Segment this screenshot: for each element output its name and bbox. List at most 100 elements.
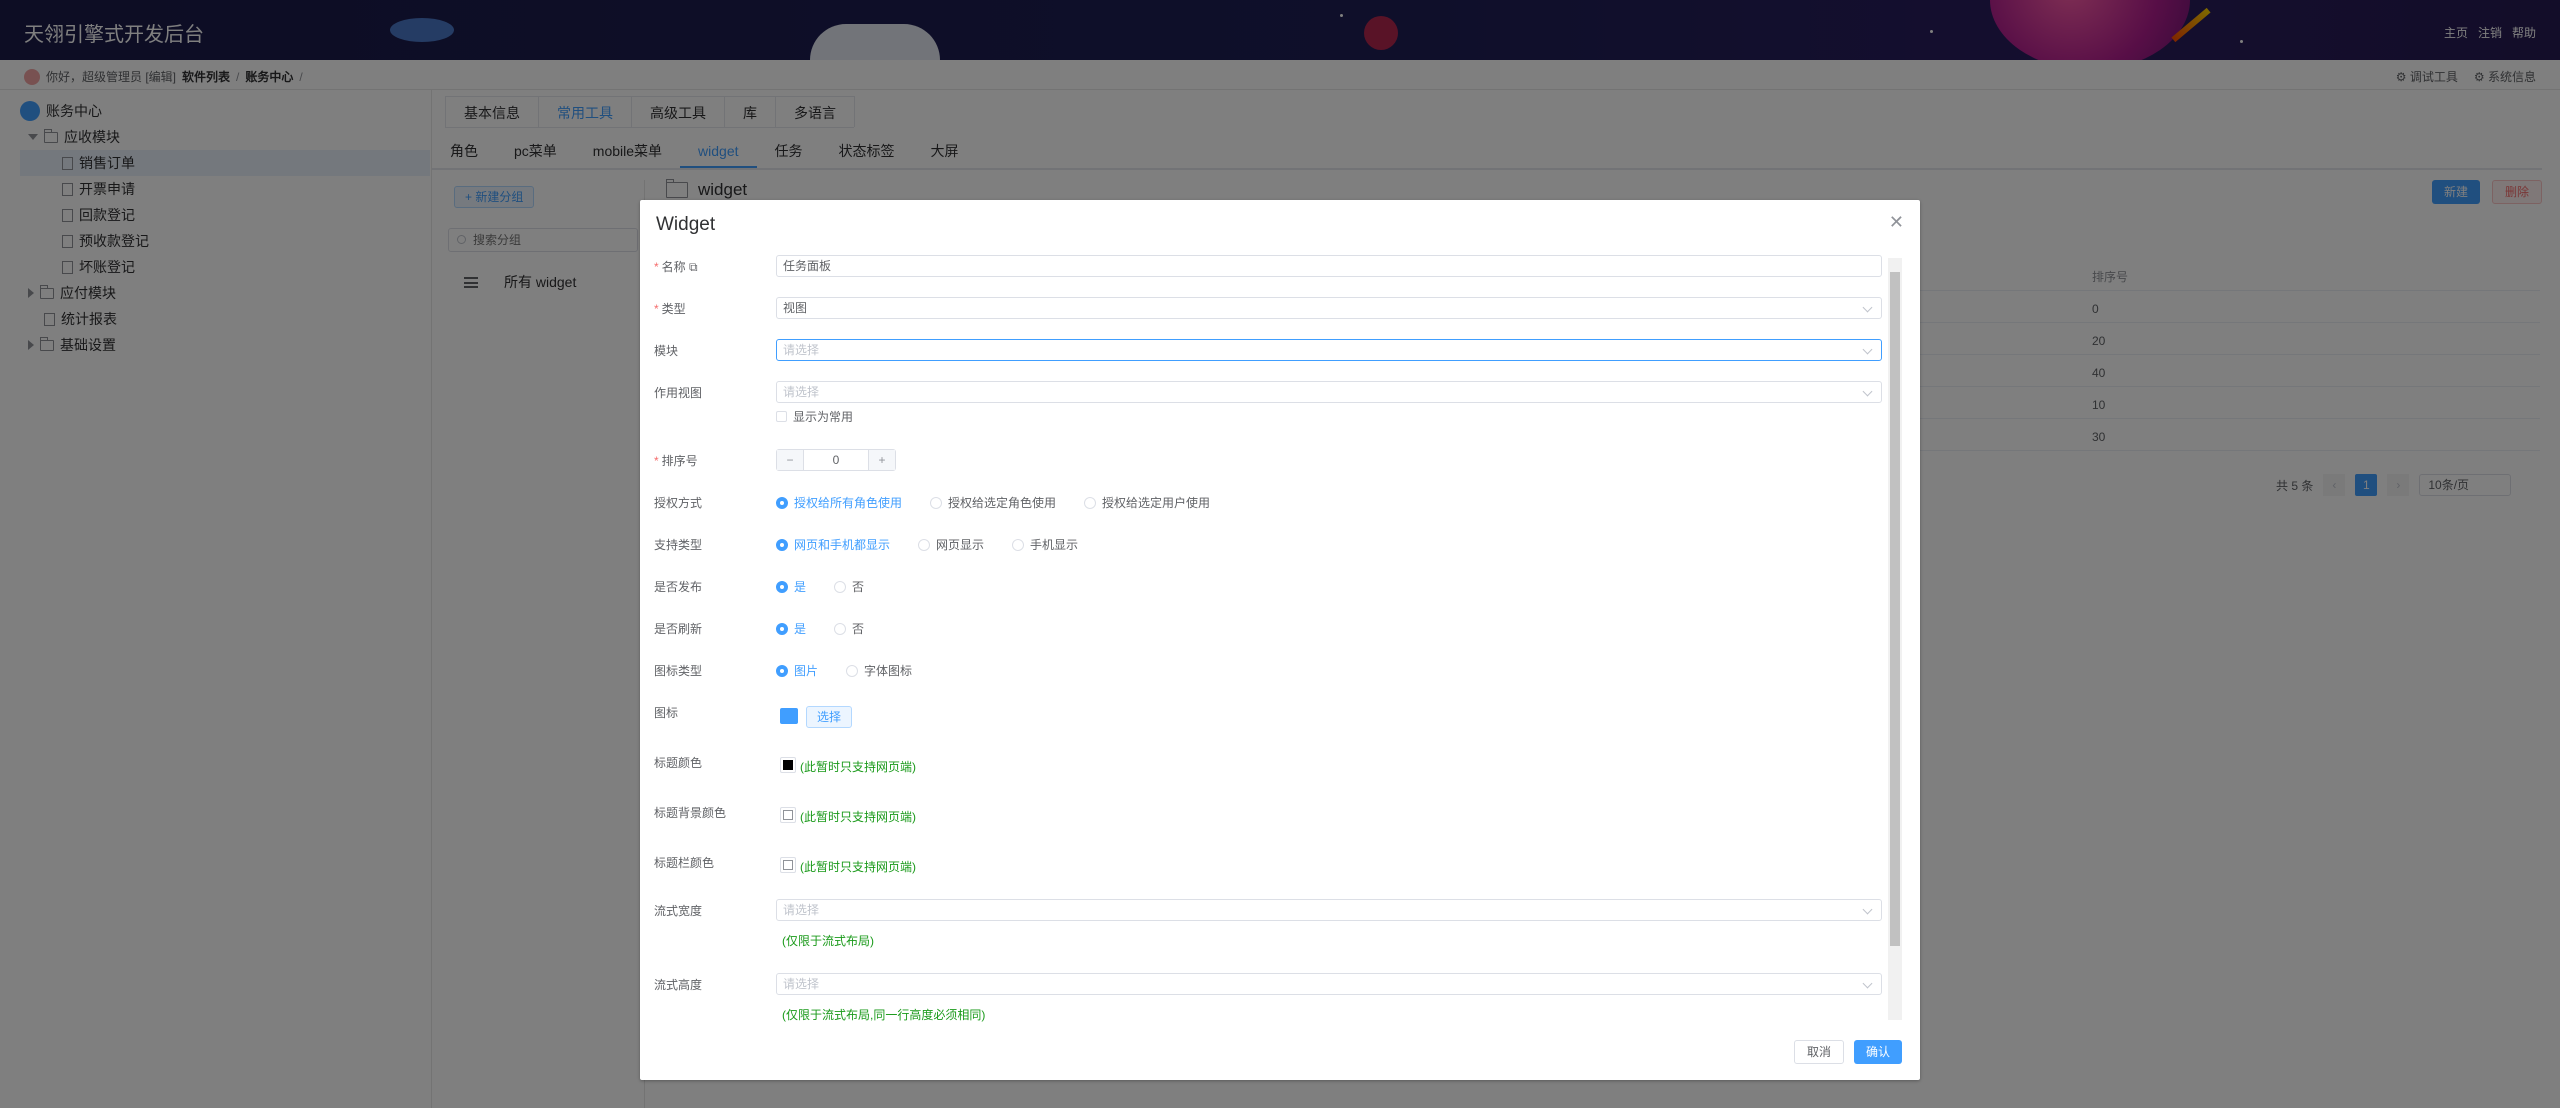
dialog-title: Widget <box>656 214 716 235</box>
radio-dot <box>930 496 943 509</box>
icon-type-font-radio[interactable]: 字体图标 <box>846 662 912 679</box>
view-placeholder: 请选择 <box>783 385 820 399</box>
radio-dot <box>776 664 788 677</box>
empty-color-icon <box>783 810 793 820</box>
module-select[interactable]: 请选择 <box>776 339 1882 361</box>
radio-dot <box>1012 538 1025 551</box>
scrollbar-thumb[interactable] <box>1890 272 1900 946</box>
close-icon[interactable]: ✕ <box>1889 212 1904 233</box>
auth-label: 授权方式 <box>654 496 703 510</box>
radio-label: 是 <box>794 580 807 594</box>
name-label: * 名称 ⧉ <box>654 258 698 275</box>
refresh-no-radio[interactable]: 否 <box>834 620 864 637</box>
color-swatch <box>783 760 793 770</box>
radio-dot <box>846 664 859 677</box>
flow-width-note: (仅限于流式布局) <box>782 934 874 948</box>
radio-label: 授权给选定角色使用 <box>948 496 1057 510</box>
title-bg-note: (此暂时只支持网页端) <box>800 810 916 824</box>
type-label: * 类型 <box>654 300 686 317</box>
decrement-button[interactable]: − <box>777 450 803 470</box>
support-radio-group: 网页和手机都显示 网页显示 手机显示 <box>776 536 1078 553</box>
radio-label: 授权给选定用户使用 <box>1102 496 1211 510</box>
chevron-down-icon <box>1862 302 1873 313</box>
order-label-text: 排序号 <box>661 454 698 468</box>
checkbox-box <box>776 411 787 422</box>
chevron-down-icon <box>1862 344 1873 355</box>
radio-label: 网页显示 <box>936 538 985 552</box>
radio-label: 手机显示 <box>1030 538 1079 552</box>
radio-label: 图片 <box>794 664 819 678</box>
order-label: * 排序号 <box>654 452 698 469</box>
icon-type-image-radio[interactable]: 图片 <box>776 662 818 679</box>
widget-dialog: Widget ✕ * 名称 ⧉ 任务面板 * 类型 视图 模块 请选择 作用视图 请… <box>640 200 1920 1080</box>
required-mark: * <box>654 302 659 316</box>
empty-color-icon <box>783 860 793 870</box>
radio-dot <box>776 538 788 551</box>
auth-selected-roles-radio[interactable]: 授权给选定角色使用 <box>930 494 1056 511</box>
order-stepper[interactable]: − 0 + <box>776 449 896 471</box>
flow-width-label: 流式宽度 <box>654 904 703 918</box>
radio-dot <box>834 622 847 635</box>
refresh-radio-group: 是 否 <box>776 620 864 637</box>
auth-radio-group: 授权给所有角色使用 授权给选定角色使用 授权给选定用户使用 <box>776 494 1210 511</box>
publish-label: 是否发布 <box>654 580 703 594</box>
support-both-radio[interactable]: 网页和手机都显示 <box>776 536 890 553</box>
radio-label: 字体图标 <box>864 664 913 678</box>
publish-no-radio[interactable]: 否 <box>834 578 864 595</box>
title-bg-color-picker[interactable] <box>780 807 796 823</box>
choose-icon-button[interactable]: 选择 <box>806 706 853 728</box>
title-bar-note: (此暂时只支持网页端) <box>800 860 916 874</box>
type-label-text: 类型 <box>661 302 686 316</box>
flow-width-select[interactable]: 请选择 <box>776 899 1882 921</box>
chevron-down-icon <box>1862 978 1873 989</box>
flow-height-note: (仅限于流式布局,同一行高度必须相同) <box>782 1008 986 1022</box>
icon-type-label: 图标类型 <box>654 664 703 678</box>
publish-yes-radio[interactable]: 是 <box>776 578 806 595</box>
view-label: 作用视图 <box>654 386 703 400</box>
title-color-picker[interactable] <box>780 757 796 773</box>
confirm-button[interactable]: 确认 <box>1854 1040 1903 1064</box>
refresh-yes-radio[interactable]: 是 <box>776 620 806 637</box>
radio-dot <box>776 496 788 509</box>
title-bar-label: 标题栏颜色 <box>654 856 715 870</box>
flow-height-select[interactable]: 请选择 <box>776 973 1882 995</box>
module-placeholder: 请选择 <box>783 343 820 357</box>
radio-dot <box>1084 496 1097 509</box>
radio-label: 否 <box>852 580 865 594</box>
required-mark: * <box>654 260 659 274</box>
chevron-down-icon <box>1862 904 1873 915</box>
copy-icon[interactable]: ⧉ <box>689 260 698 274</box>
support-web-radio[interactable]: 网页显示 <box>918 536 984 553</box>
required-mark: * <box>654 454 659 468</box>
show-common-checkbox[interactable]: 显示为常用 <box>776 408 853 425</box>
radio-label: 是 <box>794 622 807 636</box>
radio-label: 授权给所有角色使用 <box>794 496 903 510</box>
cancel-button[interactable]: 取消 <box>1794 1040 1845 1064</box>
name-label-text: 名称 <box>661 260 686 274</box>
icon-type-radio-group: 图片 字体图标 <box>776 662 912 679</box>
radio-dot <box>776 622 788 635</box>
order-value[interactable]: 0 <box>803 450 869 470</box>
radio-label: 否 <box>852 622 865 636</box>
image-icon <box>780 708 798 724</box>
auth-all-roles-radio[interactable]: 授权给所有角色使用 <box>776 494 902 511</box>
increment-button[interactable]: + <box>869 450 895 470</box>
type-select[interactable]: 视图 <box>776 297 1882 319</box>
radio-dot <box>918 538 931 551</box>
title-bar-color-picker[interactable] <box>780 857 796 873</box>
title-color-note: (此暂时只支持网页端) <box>800 760 916 774</box>
support-mobile-radio[interactable]: 手机显示 <box>1012 536 1078 553</box>
view-select[interactable]: 请选择 <box>776 381 1882 403</box>
icon-label: 图标 <box>654 706 679 720</box>
title-color-label: 标题颜色 <box>654 756 703 770</box>
support-label: 支持类型 <box>654 538 703 552</box>
flow-width-placeholder: 请选择 <box>783 903 820 917</box>
auth-selected-users-radio[interactable]: 授权给选定用户使用 <box>1084 494 1210 511</box>
flow-height-label: 流式高度 <box>654 978 703 992</box>
dialog-scrollbar[interactable] <box>1888 258 1902 1020</box>
radio-dot <box>834 580 847 593</box>
radio-label: 网页和手机都显示 <box>794 538 891 552</box>
type-value: 视图 <box>783 301 808 315</box>
refresh-label: 是否刷新 <box>654 622 703 636</box>
name-input[interactable]: 任务面板 <box>776 255 1882 277</box>
